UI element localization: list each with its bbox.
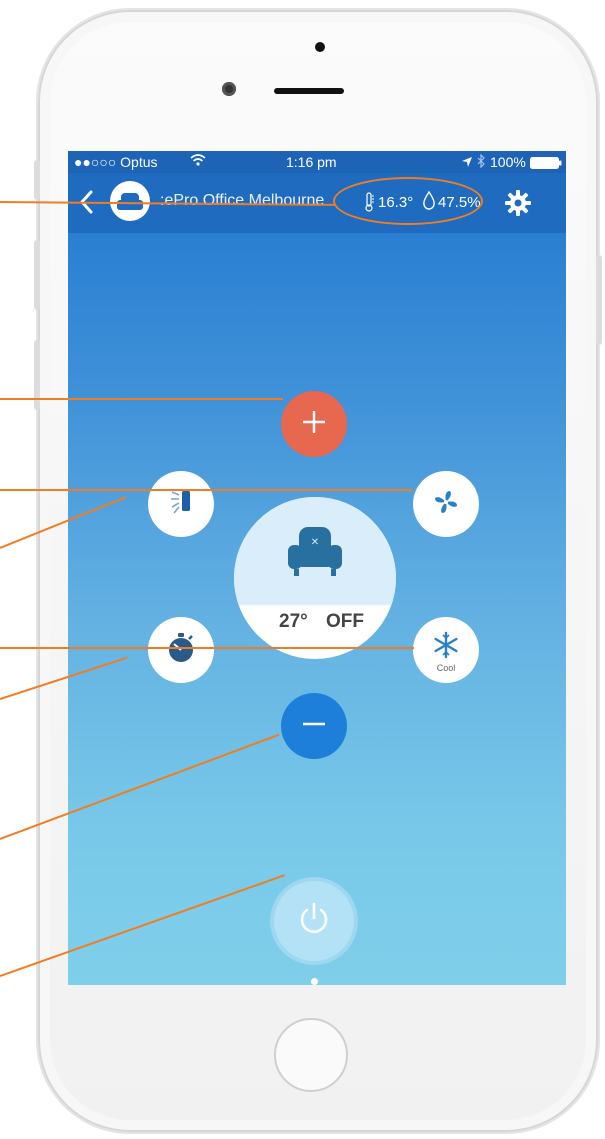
fan-speed-button[interactable] (413, 471, 479, 537)
decrease-temperature-button[interactable] (281, 693, 347, 759)
clock: 1:16 pm (286, 154, 337, 170)
volume-up-button (34, 240, 40, 310)
power-icon (295, 900, 333, 943)
minus-icon (301, 711, 327, 742)
front-camera (222, 82, 236, 96)
front-sensor (315, 42, 325, 52)
mute-switch (34, 160, 40, 200)
page-indicator-dot (311, 978, 318, 985)
increase-temperature-button[interactable] (281, 391, 347, 457)
timer-button[interactable] (148, 617, 214, 683)
chevron-left-icon[interactable] (78, 189, 94, 220)
carrier-label: ●●○○○ Optus (74, 154, 158, 170)
stopwatch-icon (166, 632, 196, 669)
gear-icon[interactable] (504, 189, 532, 222)
plus-icon (301, 409, 327, 440)
unit-status-dial[interactable]: ✕ 27° OFF (234, 497, 396, 659)
power-state: OFF (326, 611, 364, 632)
home-button[interactable] (274, 1018, 348, 1092)
callout-line-increase (0, 398, 283, 400)
callout-line-mode (0, 647, 414, 649)
location-arrow-icon (461, 155, 473, 171)
earpiece-speaker (274, 88, 344, 94)
device-title: :ePro Office Melbourne (160, 192, 325, 209)
snowflake-icon (432, 631, 460, 664)
fan-icon (431, 487, 461, 522)
sensor-highlight-oval (333, 177, 483, 225)
callout-line-fan (0, 489, 413, 491)
sleep-button (596, 255, 602, 345)
louver-icon (166, 487, 196, 522)
battery-icon (530, 156, 562, 172)
mode-label: Cool (436, 663, 456, 673)
battery-percentage: 100% (490, 154, 526, 170)
power-button[interactable] (274, 881, 354, 961)
svg-text:✕: ✕ (311, 537, 319, 548)
armchair-icon: ✕ (285, 525, 345, 584)
set-temperature: 27° (279, 611, 308, 632)
mode-button[interactable]: Cool (413, 617, 479, 683)
swing-button[interactable] (148, 471, 214, 537)
app-screen: ●●○○○ Optus 1:16 pm 100% :ePro Office Me… (68, 151, 566, 985)
wifi-icon (190, 153, 206, 170)
status-bar: ●●○○○ Optus 1:16 pm 100% (68, 151, 566, 173)
bluetooth-icon (477, 153, 486, 171)
